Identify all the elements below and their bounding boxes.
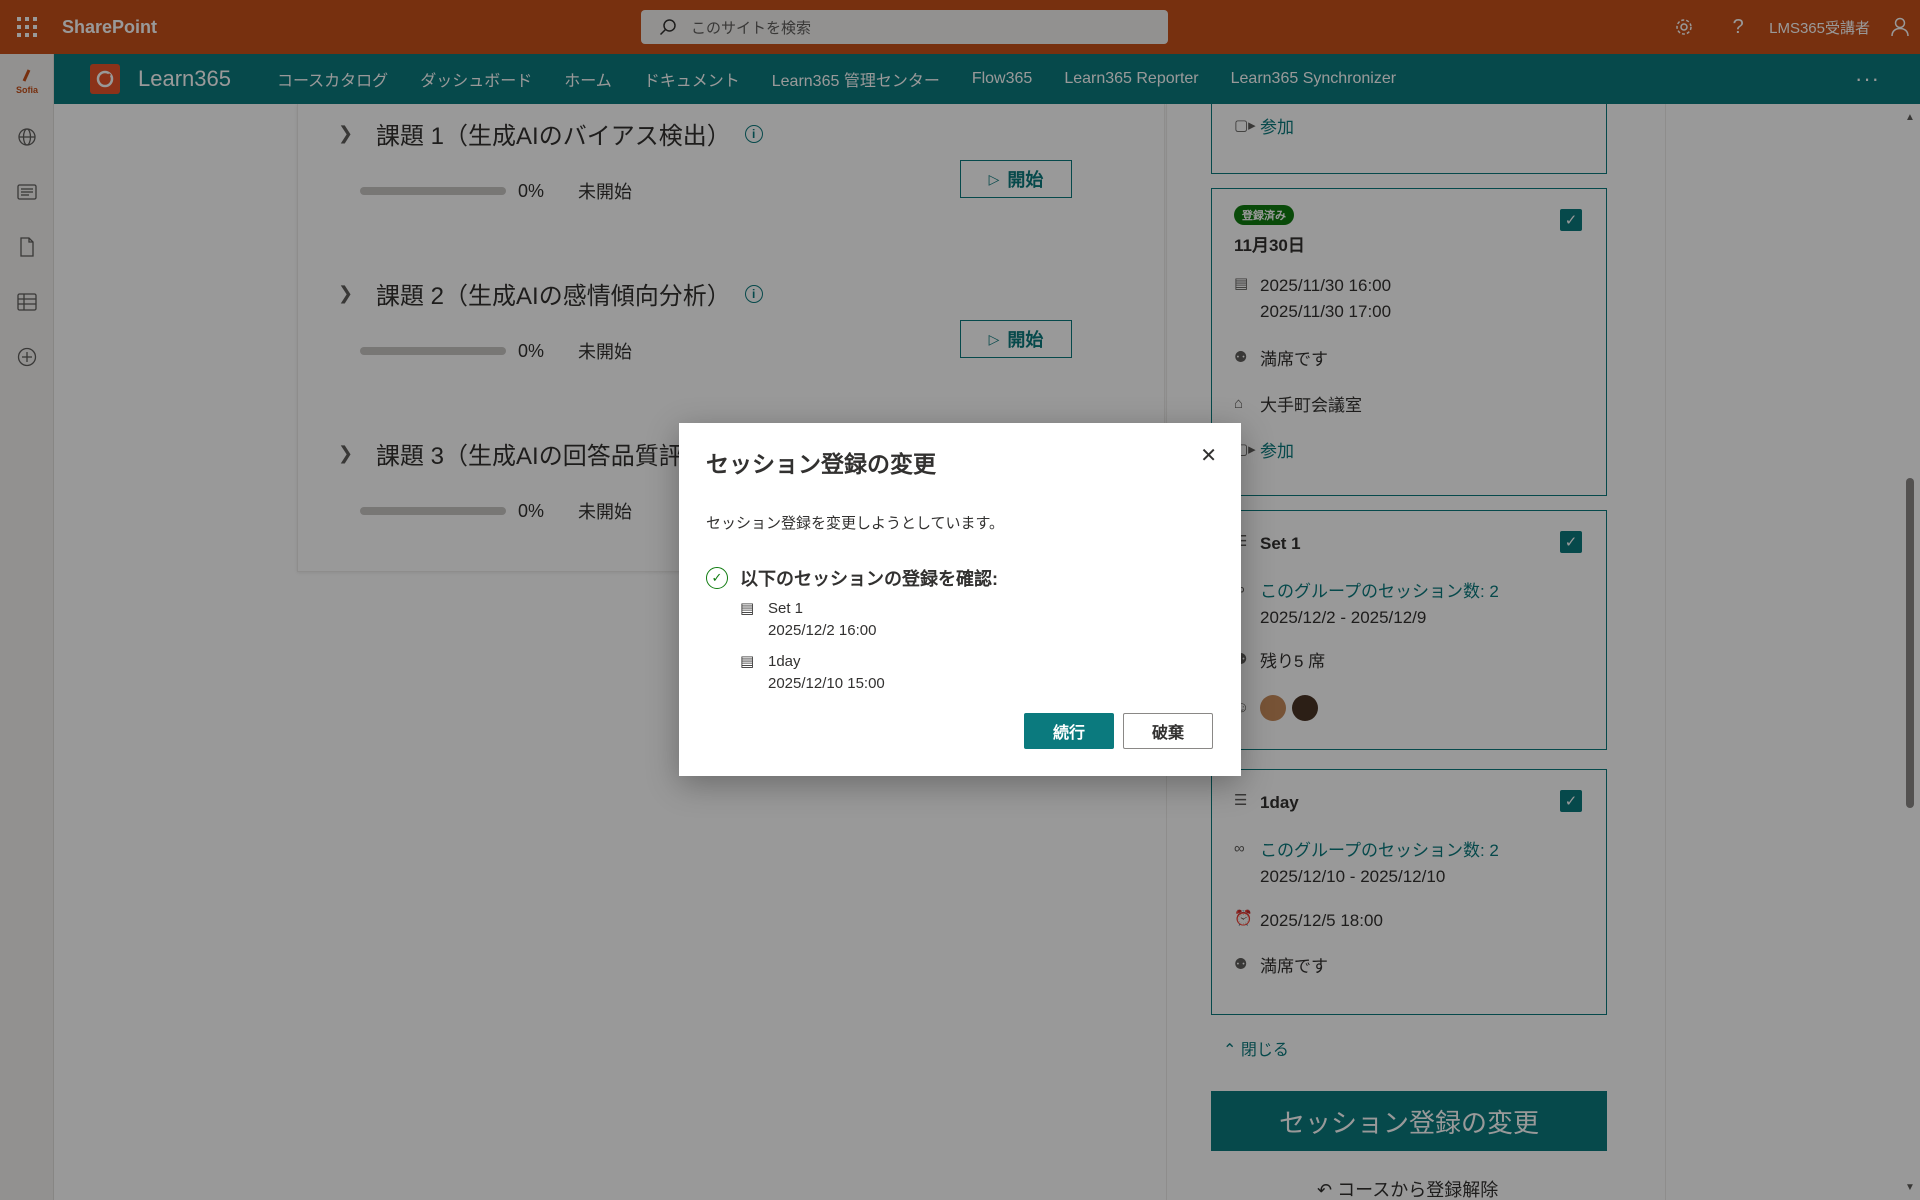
change-registration-dialog: セッション登録の変更 ✕ セッション登録を変更しようとしています。 ✓ 以下のセ… (679, 423, 1241, 776)
check-circle-icon: ✓ (706, 567, 728, 589)
close-icon[interactable]: ✕ (1200, 443, 1217, 468)
dialog-session-item: ▤ 1day 2025/12/10 15:00 (740, 652, 885, 696)
discard-button[interactable]: 破棄 (1123, 713, 1213, 749)
continue-button[interactable]: 続行 (1024, 713, 1114, 749)
dialog-session-datetime: 2025/12/2 16:00 (768, 622, 877, 639)
confirm-heading: 以下のセッションの登録を確認: (740, 569, 998, 589)
dialog-session-name: 1day (768, 653, 801, 670)
dialog-session-item: ▤ Set 1 2025/12/2 16:00 (740, 599, 876, 643)
dialog-title: セッション登録の変更 (706, 451, 936, 477)
calendar-clock-icon: ▤ (740, 653, 755, 670)
dialog-session-name: Set 1 (768, 600, 804, 617)
dialog-description: セッション登録を変更しようとしています。 (706, 515, 1005, 532)
calendar-clock-icon: ▤ (740, 600, 755, 617)
dialog-session-datetime: 2025/12/10 15:00 (768, 675, 885, 692)
